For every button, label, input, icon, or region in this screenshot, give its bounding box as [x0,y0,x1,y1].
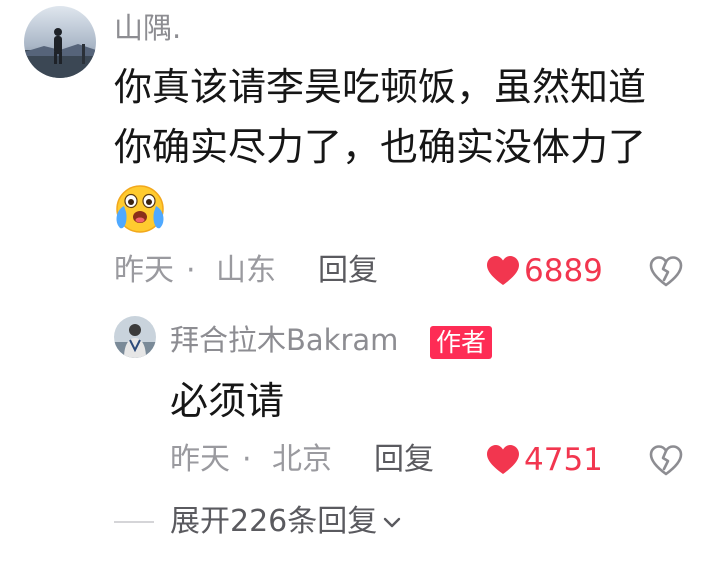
reply-location: 北京 [272,442,332,477]
like-count: 6889 [524,253,603,289]
expand-replies-button[interactable]: 展开226条回复 [114,502,403,542]
comment-location: 山东 [216,253,276,288]
heart-icon [487,445,519,474]
heart-icon [487,256,519,285]
dislike-heart-icon [649,256,683,287]
comment-text-line-2: 你确实尽力了，也确实没体力了 [114,125,647,169]
like-count: 4751 [524,442,603,478]
reply-button[interactable]: 回复 [318,252,378,290]
comment-text-line-1: 你真该请李昊吃顿饭，虽然知道 [114,65,647,109]
avatar-image [114,316,156,358]
reply-button[interactable]: 回复 [374,441,434,479]
reply-date: 昨天 [170,442,230,477]
comment-username[interactable]: 山隅. [114,10,181,46]
reply-username[interactable]: 拜合拉木Bakram [170,322,398,358]
dislike-button[interactable] [648,443,684,483]
avatar-image [24,6,96,78]
expand-replies-label: 展开226条回复 [170,504,378,539]
meta-separator: · [242,442,252,477]
author-badge: 作者 [430,326,493,359]
crying-laughing-emoji [114,182,166,234]
dislike-heart-icon [649,445,683,476]
chevron-down-icon [384,517,401,528]
comment-date: 昨天 [114,253,174,288]
like-button[interactable]: 4751 [486,441,603,479]
reply-text: 必须请 [170,379,285,423]
like-button[interactable]: 6889 [486,252,603,290]
expand-divider [114,521,154,523]
avatar[interactable] [24,6,96,78]
meta-separator: · [186,253,196,288]
reply-avatar[interactable] [114,316,156,358]
dislike-button[interactable] [648,254,684,294]
